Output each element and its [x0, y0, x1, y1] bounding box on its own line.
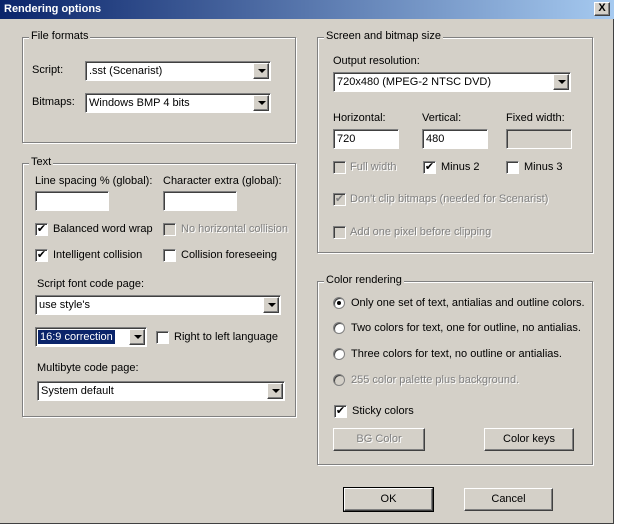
chevron-down-icon[interactable]	[129, 329, 145, 345]
file-formats-group: File formats	[22, 30, 296, 143]
color-mode-radio-1[interactable]	[333, 297, 345, 309]
vertical-label: Vertical:	[422, 112, 462, 124]
rendering-options-dialog: Rendering options X File formats Script:…	[0, 0, 614, 524]
collision-foreseeing-checkbox[interactable]	[163, 249, 176, 262]
output-resolution-value: 720x480 (MPEG-2 NTSC DVD)	[337, 76, 492, 88]
bg-color-button[interactable]: BG Color	[333, 428, 425, 451]
fixed-width-input[interactable]	[506, 129, 572, 149]
fixed-width-label: Fixed width:	[506, 112, 565, 124]
dont-clip-bitmaps-checkbox[interactable]: ✔	[333, 193, 346, 206]
script-font-codepage-label: Script font code page:	[37, 278, 145, 290]
screen-bitmap-legend: Screen and bitmap size	[324, 30, 443, 42]
color-mode-radio-2[interactable]	[333, 322, 345, 334]
text-legend: Text	[29, 156, 54, 168]
minus-3-checkbox[interactable]	[506, 161, 519, 174]
chevron-down-icon[interactable]	[553, 74, 569, 90]
collision-foreseeing-label: Collision foreseeing	[181, 249, 277, 261]
full-width-label: Full width	[350, 161, 397, 173]
sticky-colors-label: Sticky colors	[352, 405, 414, 417]
script-format-select[interactable]: .sst (Scenarist)	[85, 61, 271, 81]
aspect-correction-value: 16:9 correction	[38, 330, 115, 344]
right-to-left-label: Right to left language	[174, 331, 278, 343]
script-font-codepage-select[interactable]: use style's	[35, 295, 281, 315]
color-mode-label-4: 255 color palette plus background.	[351, 374, 520, 386]
cancel-button[interactable]: Cancel	[464, 488, 553, 511]
color-mode-radio-3[interactable]	[333, 348, 345, 360]
aspect-correction-select[interactable]: 16:9 correction	[35, 327, 147, 347]
horizontal-label: Horizontal:	[333, 112, 386, 124]
no-horizontal-collision-label: No horizontal collision	[181, 223, 288, 235]
close-icon[interactable]: X	[594, 2, 610, 16]
color-mode-label-3: Three colors for text, no outline or ant…	[351, 348, 562, 360]
output-resolution-select[interactable]: 720x480 (MPEG-2 NTSC DVD)	[333, 72, 571, 92]
minus-2-checkbox[interactable]: ✔	[423, 161, 436, 174]
right-to-left-checkbox[interactable]	[156, 331, 169, 344]
bitmaps-label: Bitmaps:	[32, 96, 75, 108]
line-spacing-label: Line spacing % (global):	[35, 175, 153, 187]
script-font-codepage-value: use style's	[39, 299, 91, 311]
full-width-checkbox[interactable]	[333, 161, 346, 174]
horizontal-value: 720	[337, 133, 356, 145]
balanced-word-wrap-checkbox[interactable]: ✔	[35, 223, 48, 236]
vertical-value: 480	[426, 133, 445, 145]
add-one-pixel-checkbox[interactable]	[333, 226, 346, 239]
script-format-value: .sst (Scenarist)	[89, 65, 163, 77]
minus-2-label: Minus 2	[441, 161, 480, 173]
minus-3-label: Minus 3	[524, 161, 563, 173]
char-extra-input[interactable]	[163, 191, 237, 211]
file-formats-legend: File formats	[29, 30, 91, 42]
window-title: Rendering options	[4, 3, 102, 15]
color-keys-button[interactable]: Color keys	[484, 428, 574, 451]
chevron-down-icon[interactable]	[263, 297, 279, 313]
horizontal-input[interactable]: 720	[333, 129, 399, 149]
chevron-down-icon[interactable]	[253, 95, 269, 111]
sticky-colors-checkbox[interactable]: ✔	[334, 405, 347, 418]
multibyte-codepage-label: Multibyte code page:	[37, 362, 139, 374]
bitmaps-format-value: Windows BMP 4 bits	[89, 97, 190, 109]
chevron-down-icon[interactable]	[253, 63, 269, 79]
color-mode-label-1: Only one set of text, antialias and outl…	[351, 297, 585, 309]
add-one-pixel-label: Add one pixel before clipping	[350, 226, 492, 238]
multibyte-codepage-select[interactable]: System default	[37, 381, 285, 401]
color-mode-radio-4[interactable]	[333, 374, 345, 386]
char-extra-label: Character extra (global):	[163, 175, 282, 187]
bitmaps-format-select[interactable]: Windows BMP 4 bits	[85, 93, 271, 113]
color-mode-label-2: Two colors for text, one for outline, no…	[351, 322, 581, 334]
chevron-down-icon[interactable]	[267, 383, 283, 399]
dont-clip-bitmaps-label: Don't clip bitmaps (needed for Scenarist…	[350, 193, 549, 205]
script-label: Script:	[32, 64, 64, 76]
line-spacing-input[interactable]	[35, 191, 109, 211]
intelligent-collision-label: Intelligent collision	[53, 249, 143, 261]
vertical-input[interactable]: 480	[422, 129, 488, 149]
intelligent-collision-checkbox[interactable]: ✔	[35, 249, 48, 262]
color-rendering-legend: Color rendering	[324, 274, 404, 286]
output-resolution-label: Output resolution:	[333, 55, 420, 67]
ok-button[interactable]: OK	[343, 487, 434, 512]
balanced-word-wrap-label: Balanced word wrap	[53, 223, 153, 235]
no-horizontal-collision-checkbox[interactable]	[163, 223, 176, 236]
title-bar: Rendering options X	[0, 0, 614, 19]
multibyte-codepage-value: System default	[41, 385, 114, 397]
